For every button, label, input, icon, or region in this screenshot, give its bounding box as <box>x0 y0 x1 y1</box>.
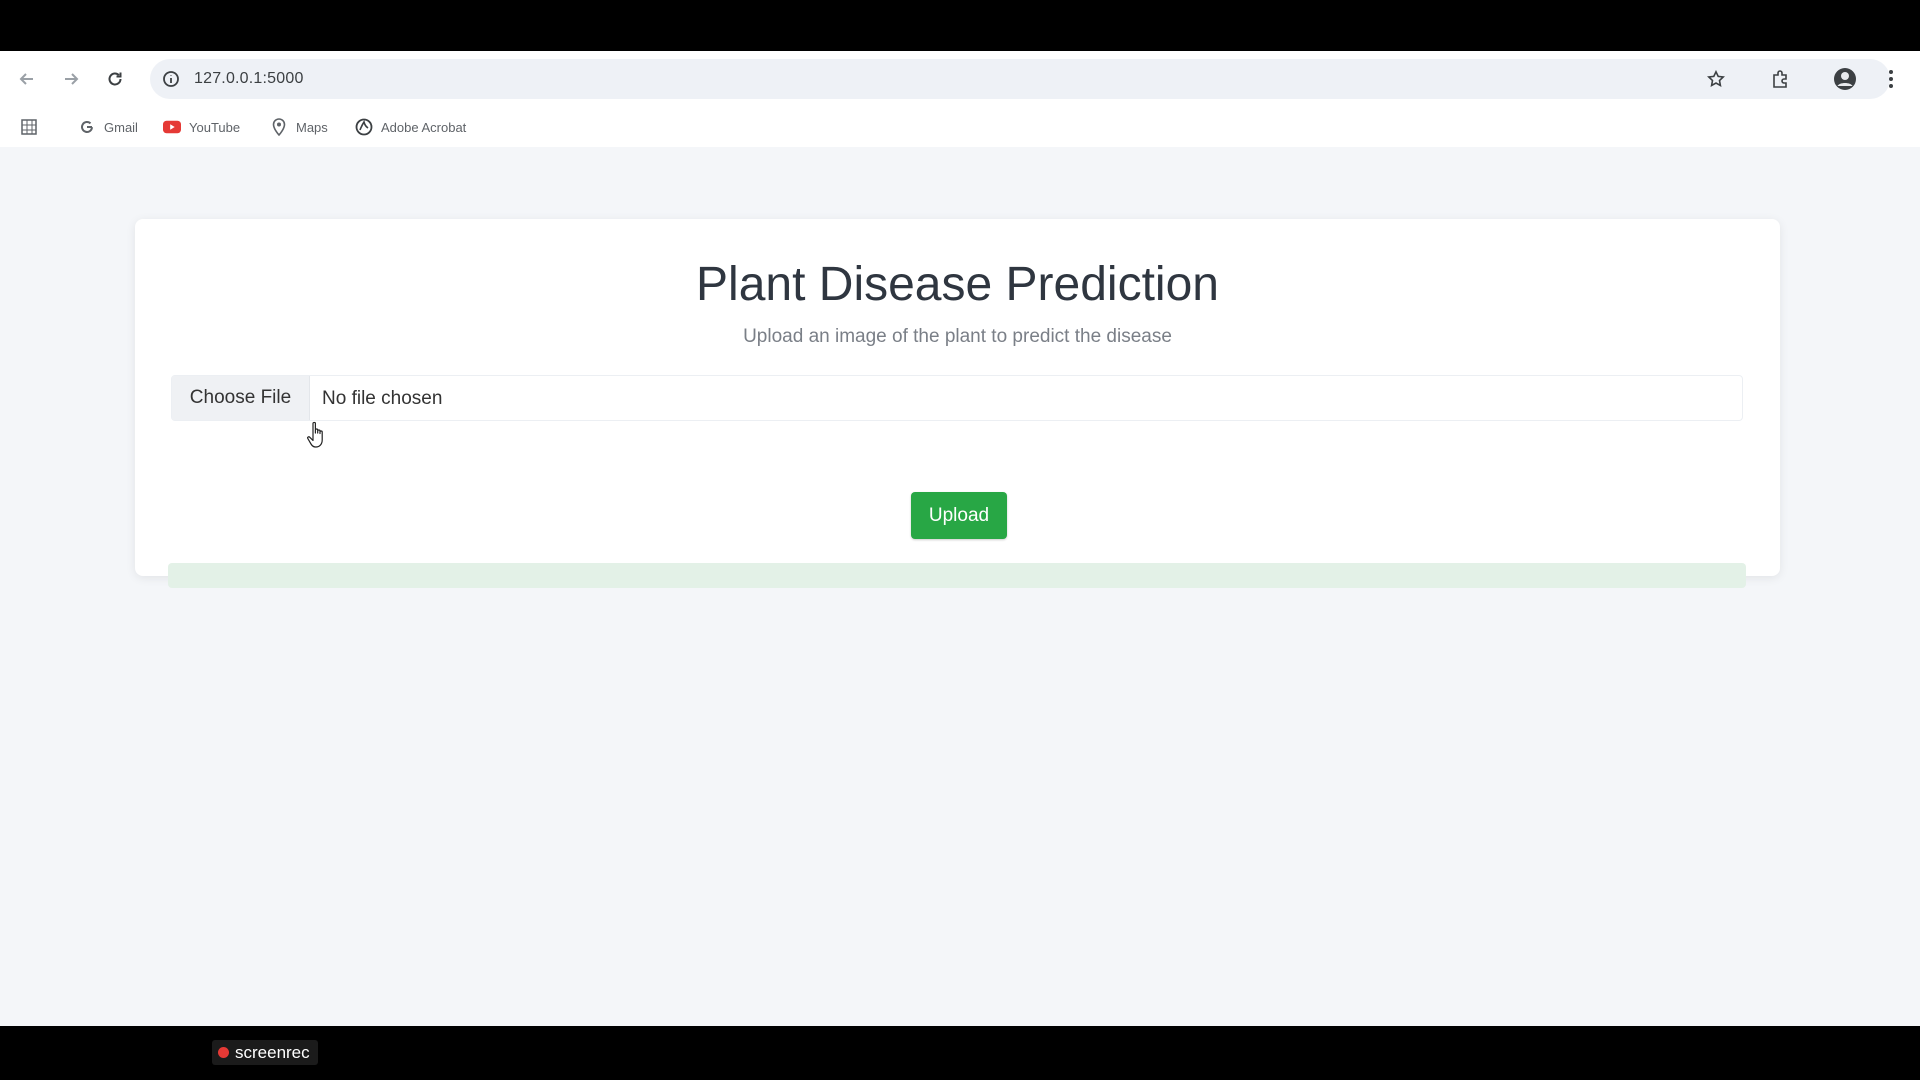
recorder-bar: screenrec <box>0 1026 1920 1080</box>
back-button[interactable] <box>12 64 42 94</box>
page-subtitle: Upload an image of the plant to predict … <box>743 326 1172 347</box>
file-status-text: No file chosen <box>322 388 443 409</box>
bookmark-adobe-acrobat[interactable]: Adobe Acrobat <box>355 116 466 138</box>
profile-avatar[interactable] <box>1830 64 1860 94</box>
recorder-label: screenrec <box>235 1042 310 1062</box>
acrobat-icon <box>355 118 373 136</box>
reload-button[interactable] <box>100 64 130 94</box>
arrow-left-icon <box>19 73 33 85</box>
hand-cursor-icon <box>307 421 323 448</box>
address-bar[interactable]: 127.0.0.1:5000 <box>150 59 1890 99</box>
bookmark-label: Maps <box>296 119 328 135</box>
site-info-icon[interactable] <box>160 68 182 90</box>
maps-pin-icon <box>270 118 288 136</box>
bookmark-star-icon[interactable] <box>1701 64 1731 94</box>
bookmark-label: Adobe Acrobat <box>381 119 467 135</box>
extensions-icon[interactable] <box>1765 64 1795 94</box>
reload-icon <box>108 72 122 86</box>
screen-recorder-badge: screenrec <box>212 1040 318 1065</box>
bookmarks-bar: Gmail YouTube Maps Adobe Acrobat <box>0 107 1920 147</box>
bookmark-gmail[interactable]: Gmail <box>78 116 138 138</box>
browser-window: 127.0.0.1:5000 Gmail YouTube Maps Adobe … <box>0 51 1920 1026</box>
upload-button[interactable]: Upload <box>911 492 1007 539</box>
youtube-icon <box>163 118 181 136</box>
bookmark-maps[interactable]: Maps <box>270 116 328 138</box>
choose-file-button[interactable]: Choose File <box>172 376 310 420</box>
bookmark-label: Gmail <box>104 119 138 135</box>
browser-toolbar: 127.0.0.1:5000 <box>0 51 1920 107</box>
prediction-card: Plant Disease Prediction Upload an image… <box>135 219 1780 588</box>
page-title: Plant Disease Prediction <box>696 258 1219 311</box>
google-icon <box>78 118 96 136</box>
bookmark-youtube[interactable]: YouTube <box>163 116 240 138</box>
arrow-right-icon <box>65 73 79 85</box>
apps-grid-icon[interactable] <box>20 116 38 138</box>
bookmark-label: YouTube <box>189 119 241 135</box>
url-text[interactable]: 127.0.0.1:5000 <box>194 70 304 88</box>
screen-frame: 127.0.0.1:5000 Gmail YouTube Maps Adobe … <box>0 0 1920 1080</box>
file-input[interactable]: Choose File No file chosen <box>171 375 1743 421</box>
menu-kebab-icon[interactable] <box>1876 64 1906 94</box>
record-dot-icon <box>218 1047 229 1058</box>
result-bar <box>168 563 1746 588</box>
forward-button[interactable] <box>56 64 86 94</box>
